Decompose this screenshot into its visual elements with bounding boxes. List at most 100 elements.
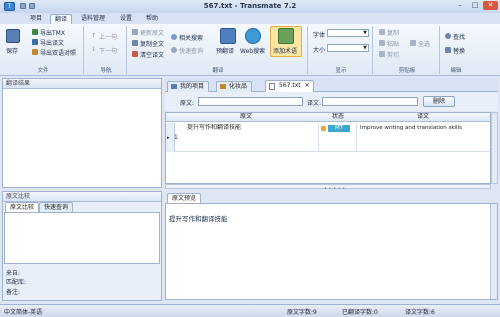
header-source: 原文: [239, 113, 252, 120]
filter-source-label: 原文:: [180, 100, 195, 107]
status-language: 中文简体-英语: [4, 309, 43, 316]
tab-source-preview[interactable]: 原文预览: [167, 193, 202, 203]
row-pointer-icon: ▸: [167, 135, 170, 141]
copy-icon: [379, 29, 385, 35]
project-icon: [171, 84, 177, 89]
pretranslate-icon: [220, 28, 236, 44]
tab-cosmetics-label: 化妆品: [229, 83, 248, 90]
chevron-down-icon: ▼: [363, 45, 367, 51]
copy-button[interactable]: 复制: [387, 28, 399, 37]
tab-quick-search[interactable]: 快速查询: [39, 202, 74, 212]
export-translation-button[interactable]: 导出译文: [40, 38, 64, 47]
title-bar: 567.txt - Transmate 7.2: [0, 0, 500, 13]
status-flag-icon: [321, 126, 326, 131]
col-divider: [318, 123, 319, 152]
app-icon[interactable]: T: [4, 2, 15, 11]
filter-target-label: 译文:: [307, 100, 322, 107]
add-term-button[interactable]: 添加术语: [273, 46, 297, 55]
status-source-count: 原文字数:9: [287, 309, 317, 316]
save-button[interactable]: 保存: [6, 46, 18, 55]
copy-source-icon: [132, 40, 138, 46]
size-label: 大小: [313, 47, 326, 54]
delete-button[interactable]: 删除: [423, 96, 455, 107]
replace-button[interactable]: 替换: [453, 46, 465, 55]
menu-help[interactable]: 帮助: [142, 14, 162, 24]
translation-results-title: 翻译结果: [3, 79, 161, 89]
add-term-icon: [278, 28, 294, 44]
tab-my-project[interactable]: 我的项目: [167, 81, 210, 92]
menu-project[interactable]: 项目: [26, 14, 46, 24]
quick-save-icon[interactable]: [20, 3, 26, 9]
clear-translation-button[interactable]: 清空译文: [140, 50, 164, 59]
font-select[interactable]: ▼: [327, 29, 369, 37]
group-label-file: 文件: [37, 68, 49, 74]
cut-icon: [379, 51, 385, 57]
close-button[interactable]: ✕: [483, 1, 498, 10]
clear-translation-icon: [132, 51, 138, 57]
menu-settings[interactable]: 设置: [116, 14, 136, 24]
update-source-button[interactable]: 更新原文: [140, 28, 164, 37]
web-search-icon: [245, 28, 261, 44]
source-compare-title: 原文比较: [3, 192, 161, 202]
menu-translate[interactable]: 翻译: [50, 14, 73, 24]
select-all-button[interactable]: 全选: [418, 39, 430, 48]
tab-567-label: 567.txt: [279, 82, 301, 89]
web-search-button[interactable]: Web搜索: [240, 46, 265, 55]
group-label-clipboard: 剪贴板: [398, 68, 416, 74]
menu-corpus[interactable]: 语料管理: [77, 14, 109, 24]
header-target: 译文: [416, 113, 429, 120]
filter-target-input[interactable]: [322, 97, 418, 106]
export-tmx-button[interactable]: 导出TMX: [40, 28, 65, 37]
cell-target[interactable]: Improve writing and translation skills: [360, 124, 490, 132]
status-translated-count: 已翻译字数:0: [342, 309, 378, 316]
export-bilingual-icon: [32, 49, 38, 55]
export-translation-icon: [32, 39, 38, 45]
paste-icon: [379, 40, 385, 46]
size-select[interactable]: ▼: [327, 44, 369, 52]
grid-scrollbar[interactable]: [491, 112, 498, 184]
replace-icon: [445, 47, 451, 53]
related-search-button[interactable]: 相关搜索: [179, 33, 203, 42]
quick-undo-icon[interactable]: [29, 3, 35, 9]
maximize-button[interactable]: □: [468, 1, 482, 10]
quick-search-button[interactable]: 快速查询: [179, 46, 203, 55]
next-sentence-button[interactable]: 下一句: [99, 46, 117, 55]
prev-arrow-icon: ↑: [91, 32, 97, 39]
group-label-nav: 导航: [100, 68, 112, 74]
copy-source-button[interactable]: 复制全文: [140, 39, 164, 48]
cut-button[interactable]: 剪切: [387, 50, 399, 59]
note-label: 备注:: [6, 289, 21, 296]
pretranslate-button[interactable]: 预翻译: [216, 46, 234, 55]
tab-567-txt[interactable]: 567.txt ✕: [265, 80, 314, 92]
source-from-label: 来自:: [6, 270, 21, 277]
save-icon: [6, 29, 20, 43]
preview-scrollbar[interactable]: [490, 204, 497, 299]
row-number: 1: [174, 134, 178, 141]
status-badge: MT: [328, 125, 350, 132]
minimize-button[interactable]: –: [453, 1, 467, 10]
tab-source-compare[interactable]: 原文比较: [5, 202, 40, 212]
next-arrow-icon: ↓: [91, 46, 97, 53]
tab-my-project-label: 我的项目: [180, 83, 205, 90]
col-divider: [356, 123, 357, 152]
find-button[interactable]: 查找: [453, 32, 465, 41]
select-all-icon: [410, 40, 416, 46]
translation-results-panel: 翻译结果: [2, 78, 162, 188]
group-label-translate: 翻译: [212, 68, 224, 74]
prev-sentence-button[interactable]: 上一句: [99, 32, 117, 41]
group-label-display: 显示: [335, 68, 347, 74]
splitter-grip-icon[interactable]: • • • • •: [324, 186, 345, 192]
export-bilingual-button[interactable]: 导出双语对照: [40, 48, 76, 57]
font-label: 字体: [313, 32, 326, 39]
cell-source[interactable]: 提升写作和翻译技能: [187, 124, 317, 132]
filter-source-input[interactable]: [198, 97, 303, 106]
related-search-icon: [171, 34, 177, 40]
export-tmx-icon: [32, 29, 38, 35]
tab-cosmetics[interactable]: 化妆品: [216, 81, 253, 92]
folder-icon: [220, 84, 226, 89]
find-icon: [445, 33, 451, 39]
paste-button[interactable]: 粘贴: [387, 39, 399, 48]
chevron-down-icon: ▼: [363, 30, 367, 36]
match-db-label: 匹配库:: [6, 279, 27, 286]
close-tab-icon[interactable]: ✕: [305, 81, 310, 90]
